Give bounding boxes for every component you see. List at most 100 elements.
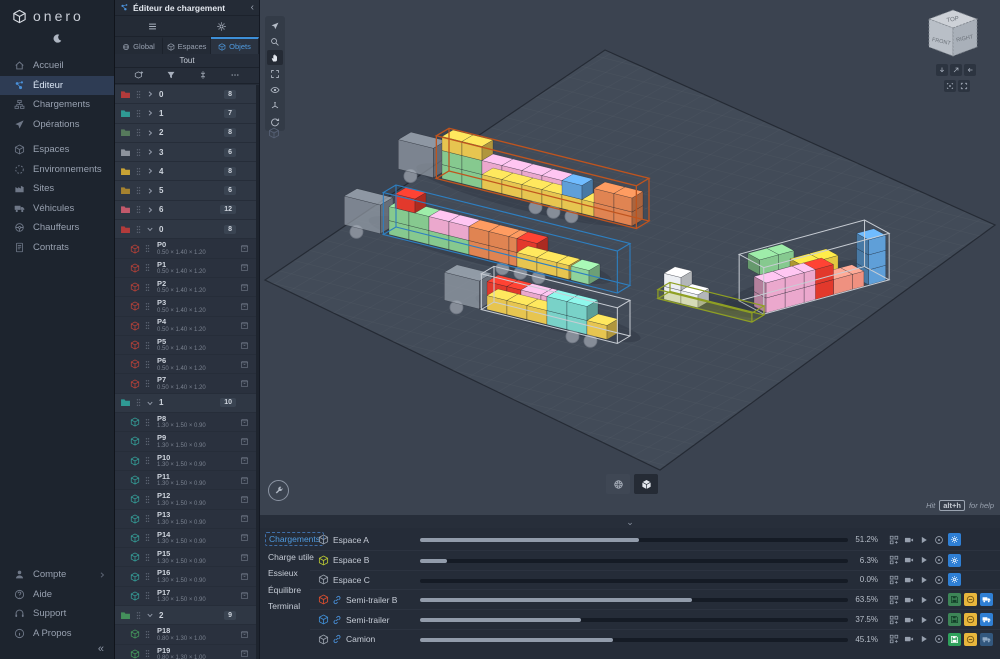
save-button[interactable]: [948, 613, 961, 626]
play-button[interactable]: [918, 534, 930, 546]
tab-equilibre[interactable]: Équilibre: [265, 584, 304, 596]
tree-item-row[interactable]: P81.30 × 1.50 × 0.90: [115, 413, 256, 431]
frame-all-button[interactable]: [958, 80, 970, 92]
view-left-button[interactable]: [964, 64, 976, 76]
tab-essieux[interactable]: Essieux: [265, 567, 301, 579]
group-row[interactable]: 56: [115, 181, 256, 199]
unload-button[interactable]: [964, 613, 977, 626]
view-cube[interactable]: TOP FRONT RIGHT: [923, 6, 983, 62]
sidebar-item-contrats[interactable]: Contrats: [0, 238, 114, 258]
group-row[interactable]: 612: [115, 201, 256, 219]
tab-terminal[interactable]: Terminal: [265, 600, 303, 612]
space-settings-button[interactable]: [948, 554, 961, 567]
tree-item-row[interactable]: P141.30 × 1.50 × 0.90: [115, 529, 256, 547]
focus-button[interactable]: [933, 574, 945, 586]
ghost-cube-button[interactable]: [268, 126, 280, 144]
zoom-select-tool-button[interactable]: [267, 34, 283, 49]
tree-item-row[interactable]: P40.50 × 1.40 × 1.20: [115, 317, 256, 335]
focus-button[interactable]: [933, 534, 945, 546]
grid-add-button[interactable]: [888, 614, 900, 626]
sidebar-item-a-propos[interactable]: A Propos: [0, 624, 114, 644]
group-row[interactable]: 28: [115, 124, 256, 142]
sidebar-item-compte[interactable]: Compte: [0, 565, 114, 585]
group-row[interactable]: 29: [115, 606, 256, 624]
wireframe-view-button[interactable]: [606, 474, 630, 494]
play-button[interactable]: [918, 614, 930, 626]
tree-item-row[interactable]: P00.50 × 1.40 × 1.20: [115, 239, 256, 257]
sidebar-item-support[interactable]: Support: [0, 604, 114, 624]
sidebar-item-sites[interactable]: Sites: [0, 179, 114, 199]
grid-add-button[interactable]: [888, 594, 900, 606]
camera-button[interactable]: [903, 534, 915, 546]
collapse-all-button[interactable]: [198, 67, 208, 85]
group-row[interactable]: 17: [115, 104, 256, 122]
space-settings-button[interactable]: [948, 573, 961, 586]
tree-item-row[interactable]: P70.50 × 1.40 × 1.20: [115, 374, 256, 392]
view-down-button[interactable]: [936, 64, 948, 76]
group-row[interactable]: 48: [115, 162, 256, 180]
tree-scrollbar[interactable]: [256, 85, 259, 659]
tree-item-row[interactable]: P131.30 × 1.50 × 0.90: [115, 510, 256, 528]
tree-item-row[interactable]: P171.30 × 1.50 × 0.90: [115, 587, 256, 605]
tab-objets[interactable]: Objets: [211, 37, 259, 54]
filter-button[interactable]: [166, 67, 176, 85]
group-row[interactable]: 08: [115, 220, 256, 238]
camera-button[interactable]: [903, 574, 915, 586]
unload-button[interactable]: [964, 633, 977, 646]
gear-icon[interactable]: [216, 21, 227, 32]
solid-view-button[interactable]: [634, 474, 658, 494]
fit-view-button[interactable]: [267, 66, 283, 81]
dark-mode-toggle[interactable]: [52, 30, 63, 48]
camera-button[interactable]: [903, 594, 915, 606]
sidebar-item-chauffeurs[interactable]: Chauffeurs: [0, 218, 114, 238]
tree-item-row[interactable]: P161.30 × 1.50 × 0.90: [115, 567, 256, 585]
focus-button[interactable]: [933, 633, 945, 645]
view-pivot-button[interactable]: [950, 64, 962, 76]
tree-item-row[interactable]: P91.30 × 1.50 × 0.90: [115, 432, 256, 450]
play-button[interactable]: [918, 554, 930, 566]
focus-button[interactable]: [933, 614, 945, 626]
tree-item-row[interactable]: P151.30 × 1.50 × 0.90: [115, 548, 256, 566]
sidebar-item-operations[interactable]: Opérations: [0, 115, 114, 135]
menu-icon[interactable]: [147, 21, 158, 32]
tree-item-row[interactable]: P180.80 × 1.30 × 1.00: [115, 625, 256, 643]
add-object-button[interactable]: [134, 67, 144, 85]
camera-button[interactable]: [903, 633, 915, 645]
tree-item-row[interactable]: P60.50 × 1.40 × 1.20: [115, 355, 256, 373]
sidebar-item-accueil[interactable]: Accueil: [0, 56, 114, 76]
tree-item-row[interactable]: P101.30 × 1.50 × 0.90: [115, 452, 256, 470]
sidebar-item-vehicules[interactable]: Véhicules: [0, 199, 114, 219]
save-button[interactable]: [948, 593, 961, 606]
more-options-button[interactable]: [230, 67, 240, 85]
focus-button[interactable]: [933, 554, 945, 566]
group-row[interactable]: 36: [115, 143, 256, 161]
space-settings-button[interactable]: [948, 533, 961, 546]
sidebar-item-editeur[interactable]: Éditeur: [0, 76, 114, 96]
vehicle-button[interactable]: [980, 613, 993, 626]
panel-collapse-button[interactable]: ‹: [251, 2, 254, 13]
tab-espaces[interactable]: Espaces: [163, 37, 211, 54]
sidebar-collapse-button[interactable]: «: [0, 643, 114, 659]
play-button[interactable]: [918, 594, 930, 606]
play-button[interactable]: [918, 633, 930, 645]
vehicle-button[interactable]: [980, 593, 993, 606]
tree-item-row[interactable]: P10.50 × 1.40 × 1.20: [115, 259, 256, 277]
scene-tools-button[interactable]: [268, 480, 289, 501]
sidebar-item-chargements[interactable]: Chargements: [0, 95, 114, 115]
visibility-button[interactable]: [267, 82, 283, 97]
gizmo-tool-button[interactable]: [267, 98, 283, 113]
tree-item-row[interactable]: P111.30 × 1.50 × 0.90: [115, 471, 256, 489]
tree-item-row[interactable]: P20.50 × 1.40 × 1.20: [115, 278, 256, 296]
play-button[interactable]: [918, 574, 930, 586]
bottom-panel-collapse-bar[interactable]: ⌄: [260, 515, 1000, 528]
grid-add-button[interactable]: [888, 574, 900, 586]
sidebar-item-aide[interactable]: Aide: [0, 585, 114, 605]
vehicle-button[interactable]: [980, 633, 993, 646]
grid-add-button[interactable]: [888, 633, 900, 645]
tree-item-row[interactable]: P121.30 × 1.50 × 0.90: [115, 490, 256, 508]
tree-item-row[interactable]: P30.50 × 1.40 × 1.20: [115, 297, 256, 315]
group-row[interactable]: 08: [115, 85, 256, 103]
select-tool-button[interactable]: [267, 18, 283, 33]
tree-item-row[interactable]: P50.50 × 1.40 × 1.20: [115, 336, 256, 354]
grid-add-button[interactable]: [888, 554, 900, 566]
